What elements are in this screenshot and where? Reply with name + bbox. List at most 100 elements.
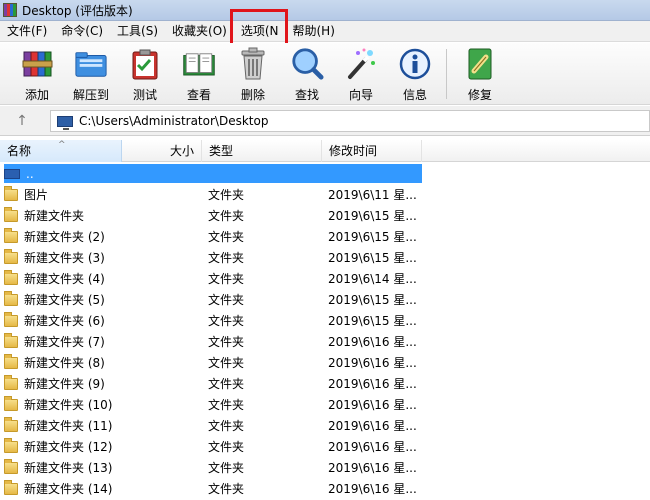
list-item-label: 新建文件夹 (5): [24, 293, 105, 307]
folder-icon: [4, 395, 18, 411]
menu-bar: 文件(F) 命令(C) 工具(S) 收藏夹(O) 选项(N 帮助(H): [0, 8, 650, 53]
list-item-type: 文件夹: [208, 272, 245, 286]
folder-icon: [4, 290, 18, 306]
list-item[interactable]: 图片 文件夹 2019\6\11 星...: [0, 184, 650, 205]
folder-icon: [4, 332, 18, 348]
column-name[interactable]: 名称 ^: [0, 140, 122, 162]
list-item[interactable]: 新建文件夹 (7) 文件夹 2019\6\16 星...: [0, 331, 650, 352]
repair-kit-icon: [463, 47, 497, 81]
extract-to-label: 解压到: [72, 88, 109, 102]
info-label: 信息: [402, 88, 427, 102]
computer-icon: [57, 115, 73, 130]
window-title: Desktop (评估版本): [22, 3, 133, 18]
list-item-label: ..: [26, 166, 34, 181]
winrar-app-icon: [3, 3, 17, 17]
list-item-type: 文件夹: [208, 356, 245, 370]
list-item-type: 文件夹: [208, 251, 245, 265]
archive-add-icon: [20, 47, 54, 81]
list-item[interactable]: 新建文件夹 (11) 文件夹 2019\6\16 星...: [0, 415, 650, 436]
list-item[interactable]: 新建文件夹 (9) 文件夹 2019\6\16 星...: [0, 373, 650, 394]
test-button[interactable]: 测试: [118, 43, 172, 103]
repair-button[interactable]: 修复: [453, 43, 507, 103]
folder-icon: [4, 416, 18, 432]
folder-icon: [4, 248, 18, 264]
list-item-type: 文件夹: [208, 314, 245, 328]
toolbar: 添加 解压到 测试 查看 删除 查找 向导 信息 修复: [0, 43, 650, 105]
list-item[interactable]: 新建文件夹 (8) 文件夹 2019\6\16 星...: [0, 352, 650, 373]
list-item-label: 新建文件夹 (2): [24, 230, 105, 244]
list-item[interactable]: 新建文件夹 (6) 文件夹 2019\6\15 星...: [0, 310, 650, 331]
list-item-type: 文件夹: [208, 188, 245, 202]
list-item-label: 新建文件夹: [24, 209, 85, 223]
delete-label: 删除: [240, 88, 265, 102]
menu-help[interactable]: 帮助(H): [286, 21, 342, 42]
list-item-date: 2019\6\16 星...: [328, 440, 417, 454]
list-header: 名称 ^ 大小 类型 修改时间: [0, 140, 650, 162]
list-item[interactable]: 新建文件夹 (14) 文件夹 2019\6\16 星...: [0, 478, 650, 499]
menu-options[interactable]: 选项(N: [229, 8, 288, 53]
list-item-label: 新建文件夹 (4): [24, 272, 105, 286]
menu-commands[interactable]: 命令(C): [54, 21, 110, 42]
list-item-type: 文件夹: [208, 335, 245, 349]
list-item-type: 文件夹: [208, 293, 245, 307]
column-type[interactable]: 类型: [202, 140, 322, 162]
wizard-button[interactable]: 向导: [334, 43, 388, 103]
list-item-date: 2019\6\15 星...: [328, 209, 417, 223]
list-item-label: 新建文件夹 (10): [24, 398, 113, 412]
list-item[interactable]: 新建文件夹 (10) 文件夹 2019\6\16 星...: [0, 394, 650, 415]
list-item[interactable]: 新建文件夹 (5) 文件夹 2019\6\15 星...: [0, 289, 650, 310]
folder-icon: [4, 206, 18, 222]
list-item-label: 新建文件夹 (14): [24, 482, 113, 496]
list-item-label: 新建文件夹 (13): [24, 461, 113, 475]
list-item[interactable]: 新建文件夹 (13) 文件夹 2019\6\16 星...: [0, 457, 650, 478]
extract-folder-icon: [74, 47, 108, 81]
list-item-label: 图片: [24, 188, 49, 202]
info-button[interactable]: 信息: [388, 43, 442, 103]
add-button[interactable]: 添加: [10, 43, 64, 103]
toolbar-separator: [446, 49, 447, 99]
find-button[interactable]: 查找: [280, 43, 334, 103]
list-item-type: 文件夹: [208, 482, 245, 496]
delete-button[interactable]: 删除: [226, 43, 280, 103]
address-bar: ↑ C:\Users\Administrator\Desktop: [0, 106, 650, 136]
view-label: 查看: [186, 88, 211, 102]
list-item-parent[interactable]: ..: [0, 163, 650, 184]
folder-icon: [4, 479, 18, 495]
list-item-label: 新建文件夹 (8): [24, 356, 105, 370]
path-field[interactable]: C:\Users\Administrator\Desktop: [50, 110, 650, 132]
view-button[interactable]: 查看: [172, 43, 226, 103]
list-item-name: ..: [0, 167, 122, 181]
list-item[interactable]: 新建文件夹 (4) 文件夹 2019\6\14 星...: [0, 268, 650, 289]
view-book-icon: [182, 47, 216, 81]
test-label: 测试: [132, 88, 157, 102]
list-item[interactable]: 新建文件夹 (2) 文件夹 2019\6\15 星...: [0, 226, 650, 247]
list-item-type: 文件夹: [208, 398, 245, 412]
magnifier-icon: [290, 47, 324, 81]
list-item-date: 2019\6\16 星...: [328, 461, 417, 475]
sort-arrow-icon: ^: [58, 140, 66, 150]
menu-tools[interactable]: 工具(S): [110, 21, 165, 42]
menu-file[interactable]: 文件(F): [0, 21, 54, 42]
folder-icon: [4, 353, 18, 369]
folder-icon: [4, 269, 18, 285]
column-modified[interactable]: 修改时间: [322, 140, 422, 162]
list-item[interactable]: 新建文件夹 (3) 文件夹 2019\6\15 星...: [0, 247, 650, 268]
list-item[interactable]: 新建文件夹 文件夹 2019\6\15 星...: [0, 205, 650, 226]
up-arrow-icon[interactable]: ↑: [0, 106, 44, 136]
column-size[interactable]: 大小: [122, 140, 202, 162]
parent-folder-icon: [4, 168, 20, 179]
list-item-label: 新建文件夹 (7): [24, 335, 105, 349]
list-item-type: 文件夹: [208, 377, 245, 391]
list-item-date: 2019\6\16 星...: [328, 377, 417, 391]
folder-icon: [4, 458, 18, 474]
folder-icon: [4, 311, 18, 327]
extract-to-button[interactable]: 解压到: [64, 43, 118, 103]
list-item-label: 新建文件夹 (3): [24, 251, 105, 265]
list-item-label: 新建文件夹 (9): [24, 377, 105, 391]
list-item[interactable]: 新建文件夹 (12) 文件夹 2019\6\16 星...: [0, 436, 650, 457]
list-item-date: 2019\6\15 星...: [328, 314, 417, 328]
list-item-type: 文件夹: [208, 230, 245, 244]
menu-favorites[interactable]: 收藏夹(O): [165, 21, 234, 42]
add-label: 添加: [24, 88, 49, 102]
list-item-date: 2019\6\14 星...: [328, 272, 417, 286]
